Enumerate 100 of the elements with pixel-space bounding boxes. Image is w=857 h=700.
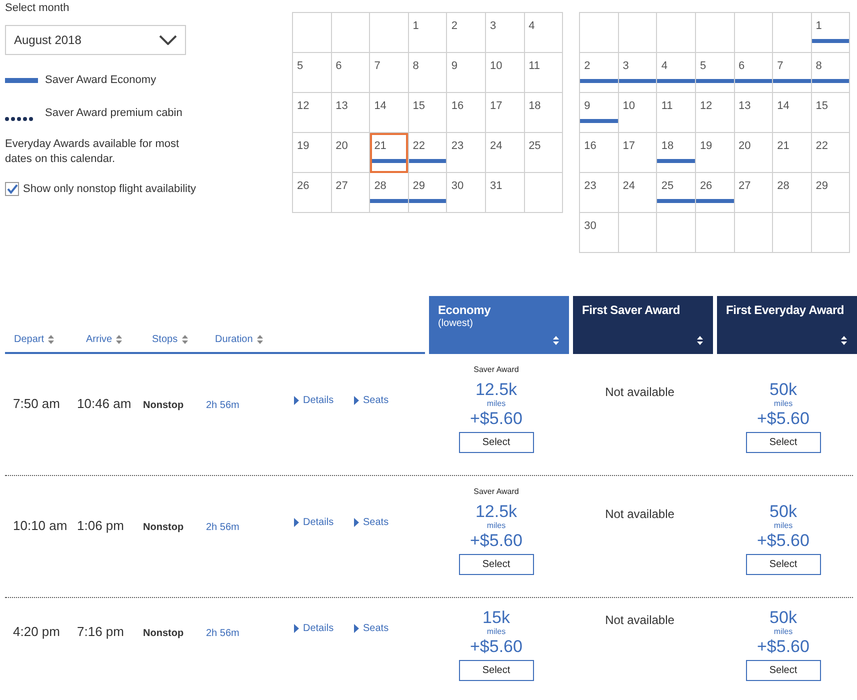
calendar-day[interactable]: 1: [811, 12, 850, 52]
duration-text: 2h 56m: [206, 399, 240, 413]
calendar-day[interactable]: 19: [695, 132, 734, 172]
calendar-day[interactable]: 18: [656, 132, 696, 172]
calendar-day[interactable]: 20: [331, 132, 370, 172]
calendar-day[interactable]: 29: [811, 172, 850, 212]
calendar-day[interactable]: 4: [524, 12, 563, 52]
calendar-day[interactable]: 19: [292, 132, 332, 172]
calendar-day[interactable]: 20: [734, 132, 773, 172]
flight-link[interactable]: Details: [294, 621, 354, 636]
calendar-day[interactable]: 3: [485, 12, 524, 52]
depart-time: 10:10 am: [13, 518, 68, 533]
calendar-day[interactable]: 28: [370, 172, 408, 212]
flight-link[interactable]: Details: [294, 515, 354, 530]
calendar-day[interactable]: 17: [485, 92, 524, 132]
select-button[interactable]: Select: [458, 432, 534, 453]
nonstop-checkbox[interactable]: [5, 182, 19, 196]
calendar-day[interactable]: 15: [811, 92, 850, 132]
calendar-day[interactable]: 11: [656, 92, 696, 132]
select-button[interactable]: Select: [458, 660, 534, 681]
column-header[interactable]: Depart: [14, 332, 44, 347]
calendar-day[interactable]: 12: [292, 92, 332, 132]
calendar-cell: [772, 12, 812, 52]
calendar-day[interactable]: 5: [695, 52, 734, 92]
calendar-cell: [618, 212, 657, 252]
calendar-day[interactable]: 13: [331, 92, 370, 132]
calendar-day[interactable]: 18: [524, 92, 563, 132]
calendar-day[interactable]: 16: [446, 92, 486, 132]
calendar-day[interactable]: 25: [656, 172, 696, 212]
calendar-day[interactable]: 31: [485, 172, 524, 212]
calendar-day[interactable]: 2: [446, 12, 486, 52]
calendar-cell: [695, 212, 734, 252]
calendar-day[interactable]: 15: [408, 92, 447, 132]
calendar-day[interactable]: 7: [772, 52, 812, 92]
calendar-day[interactable]: 30: [580, 212, 618, 252]
calendar-day[interactable]: 14: [370, 92, 408, 132]
calendar-day[interactable]: 6: [331, 52, 370, 92]
calendar-day[interactable]: 26: [695, 172, 734, 212]
calendar-day[interactable]: 1: [408, 12, 447, 52]
miles-unit: miles: [772, 522, 794, 530]
miles-amount: 12.5k: [474, 380, 518, 400]
calendar-cell: [292, 12, 332, 52]
calendar-day[interactable]: 11: [524, 52, 563, 92]
month-dropdown[interactable]: August 2018: [5, 24, 186, 54]
flight-link[interactable]: Seats: [354, 393, 414, 408]
calendar-day[interactable]: 27: [331, 172, 370, 212]
calendar-day[interactable]: 30: [446, 172, 486, 212]
calendar-day[interactable]: 12: [695, 92, 734, 132]
select-button[interactable]: Select: [746, 554, 821, 575]
calendar-day[interactable]: 4: [656, 52, 696, 92]
calendar-day[interactable]: 14: [772, 92, 812, 132]
select-button[interactable]: Select: [746, 432, 821, 453]
column-header[interactable]: Duration: [215, 332, 253, 347]
fare-price: +$5.60: [756, 636, 810, 658]
fare-column-title: First Saver Award: [582, 302, 681, 318]
unavailable-text: Not available: [605, 384, 674, 401]
arrive-time: 7:16 pm: [77, 624, 124, 639]
flight-link[interactable]: Seats: [354, 621, 414, 636]
calendar-day[interactable]: 17: [618, 132, 657, 172]
calendar-day[interactable]: 5: [292, 52, 332, 92]
calendar-day[interactable]: 24: [618, 172, 657, 212]
calendar-note: Everyday Awards available for most dates on this calendar.: [5, 136, 180, 166]
calendar-day[interactable]: 25: [524, 132, 563, 172]
calendar-day[interactable]: 8: [811, 52, 850, 92]
calendar-day[interactable]: 21: [370, 132, 408, 172]
calendar-day[interactable]: 9: [446, 52, 486, 92]
calendar-day[interactable]: 7: [370, 52, 408, 92]
sort-icon[interactable]: [841, 336, 847, 345]
duration-text: 2h 56m: [206, 627, 240, 641]
calendar-day[interactable]: 23: [580, 172, 618, 212]
column-header[interactable]: Arrive: [86, 332, 112, 347]
fare-column-tab[interactable]: First Saver Award: [573, 296, 713, 354]
calendar-day[interactable]: 22: [408, 132, 447, 172]
calendar-day[interactable]: 28: [772, 172, 812, 212]
calendar-day[interactable]: 9: [580, 92, 618, 132]
fare-column-tab[interactable]: First Everyday Award: [717, 296, 857, 354]
fare-column-tab[interactable]: Economy (lowest): [429, 296, 569, 354]
calendar-day[interactable]: 22: [811, 132, 850, 172]
column-header[interactable]: Stops: [152, 332, 178, 347]
calendar-day[interactable]: 3: [618, 52, 657, 92]
select-button[interactable]: Select: [458, 554, 534, 575]
calendar-day[interactable]: 26: [292, 172, 332, 212]
fare-column-title: Economy: [438, 302, 492, 318]
flight-link[interactable]: Details: [294, 393, 354, 408]
select-button[interactable]: Select: [746, 660, 821, 681]
calendar-day[interactable]: 10: [485, 52, 524, 92]
calendar-day[interactable]: 16: [580, 132, 618, 172]
calendar-day[interactable]: 6: [734, 52, 773, 92]
calendar-day[interactable]: 21: [772, 132, 812, 172]
legend-label: Saver Award premium cabin: [45, 106, 182, 120]
calendar-day[interactable]: 27: [734, 172, 773, 212]
calendar-day[interactable]: 2: [580, 52, 618, 92]
calendar-day[interactable]: 23: [446, 132, 486, 172]
calendar-day[interactable]: 10: [618, 92, 657, 132]
sort-icon[interactable]: [697, 336, 703, 345]
calendar-day[interactable]: 24: [485, 132, 524, 172]
calendar-day[interactable]: 8: [408, 52, 447, 92]
flight-link[interactable]: Seats: [354, 515, 414, 530]
calendar-day[interactable]: 29: [408, 172, 447, 212]
calendar-day[interactable]: 13: [734, 92, 773, 132]
